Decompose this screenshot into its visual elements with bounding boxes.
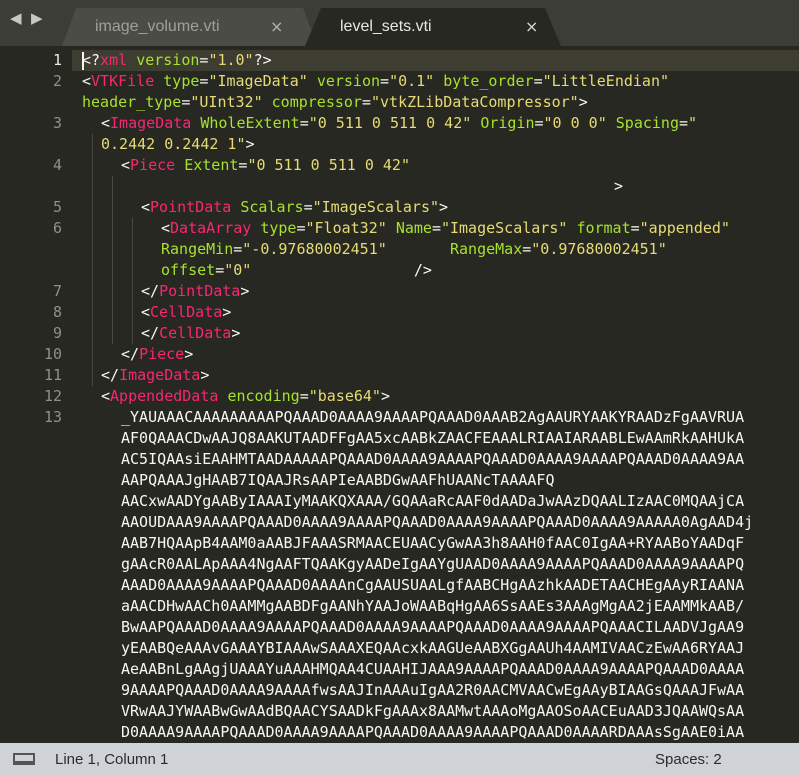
indentation-setting[interactable]: Spaces: 2 bbox=[655, 751, 722, 768]
tab-label: level_sets.vti bbox=[340, 18, 432, 35]
base64-line: gAAcR0AALApAAA4NgAAFTQAAKgyAADeIgAAYgUAA… bbox=[121, 555, 745, 573]
close-icon[interactable]: × bbox=[525, 17, 538, 36]
dataarray-tag: <DataArray type="Float32" Name="ImageSca… bbox=[161, 219, 730, 237]
appendeddata-tag: <AppendedData encoding="base64"> bbox=[101, 387, 390, 405]
base64-line: D0AAAA9AAAAPQAAAD0AAAA9AAAAPQAAAD0AAAA9A… bbox=[121, 723, 745, 741]
text-cursor bbox=[82, 52, 84, 70]
line-number: 12 bbox=[43, 387, 62, 405]
xml-declaration: <?xml version="1.0"?> bbox=[82, 51, 272, 69]
cursor-position[interactable]: Line 1, Column 1 bbox=[55, 751, 168, 768]
tab-label: image_volume.vti bbox=[95, 18, 220, 35]
line-number: 4 bbox=[52, 156, 62, 174]
base64-line: AAOUDAAA9AAAAPQAAAD0AAAA9AAAAPQAAAD0AAAA… bbox=[121, 513, 754, 531]
vtkfile-tag: <VTKFile type="ImageData" version="0.1" … bbox=[82, 72, 670, 90]
indent-guide bbox=[132, 218, 133, 344]
dataarray-offset: offset="0" /> bbox=[161, 261, 432, 279]
base64-line: AAPQAAAJgHAAB7IQAAJRsAAPIeAABDGwAAFhUAAN… bbox=[121, 471, 555, 489]
indent-guide bbox=[112, 176, 113, 344]
dataarray-range: RangeMin="-0.97680002451" RangeMax="0.97… bbox=[161, 240, 667, 258]
line-number: 10 bbox=[43, 345, 62, 363]
close-icon[interactable]: × bbox=[270, 17, 283, 36]
forward-arrow-icon[interactable]: ▶ bbox=[31, 9, 43, 27]
line-number: 5 bbox=[52, 198, 62, 216]
base64-line: AF0QAAACDwAAJQ8AAKUTAADFFgAA5xcAABkZAACF… bbox=[121, 429, 745, 447]
base64-line: aAACDHwAACh0AAMMgAABDFgAANhYAAJoWAABqHgA… bbox=[121, 597, 745, 615]
base64-line: AC5IQAAsiEAAHMTAADAAAAAPQAAAD0AAAA9AAAAP… bbox=[121, 450, 745, 468]
line-number: 2 bbox=[52, 72, 62, 90]
piece-tag-close: > bbox=[614, 177, 624, 195]
vtkfile-tag-cont: header_type="UInt32" compressor="vtkZLib… bbox=[82, 93, 588, 111]
tab-level-sets[interactable]: level_sets.vti × bbox=[305, 8, 561, 46]
pointdata-close: </PointData> bbox=[141, 282, 250, 300]
base64-line: AAAD0AAAA9AAAAPQAAAD0AAAAnCgAAUSUAALgfAA… bbox=[121, 576, 745, 594]
celldata-open: <CellData> bbox=[141, 303, 232, 321]
tab-bar: ◀ ▶ image_volume.vti × level_sets.vti × bbox=[0, 0, 799, 46]
line-number: 9 bbox=[52, 324, 62, 342]
imagedata-close: </ImageData> bbox=[101, 366, 210, 384]
code-editor[interactable]: 1 2 3 4 5 6 7 8 9 10 11 12 13 <?xml version="1.0"?> <… bbox=[0, 46, 799, 743]
base64-line: yEAABQeAAAvGAAAYBIAAAwSAAAXEQAAcxkAAGUeA… bbox=[121, 639, 745, 657]
piece-tag: <Piece Extent="0 511 0 511 0 42" bbox=[121, 156, 410, 174]
line-number: 3 bbox=[52, 114, 62, 132]
imagedata-tag: <ImageData WholeExtent="0 511 0 511 0 42… bbox=[101, 114, 698, 132]
base64-line: AAB7HQAApB4AAM0aAABJFAAASRMAACEUAACyGwAA… bbox=[121, 534, 745, 552]
monitor-icon[interactable] bbox=[13, 753, 35, 765]
base64-line: AeAABnLgAAgjUAAAYuAAAHMQAA4CUAAHIJAAA9AA… bbox=[121, 660, 745, 678]
imagedata-tag-cont: 0.2442 0.2442 1"> bbox=[101, 135, 255, 153]
piece-close: </Piece> bbox=[121, 345, 194, 363]
base64-line: VRwAAJYWAABwGwAAdBQAACYSAADkFgAAAx8AAMwt… bbox=[121, 702, 745, 720]
base64-line: 9AAAAPQAAAD0AAAA9AAAAfwsAAJInAAAuIgAA2R0… bbox=[121, 681, 745, 699]
back-arrow-icon[interactable]: ◀ bbox=[10, 9, 22, 27]
base64-line: AACxwAADYgAAByIAAAIyMAAKQXAAA/GQAAaRcAAF… bbox=[121, 492, 745, 510]
line-number: 7 bbox=[52, 282, 62, 300]
line-number: 13 bbox=[43, 408, 62, 426]
pointdata-tag: <PointData Scalars="ImageScalars"> bbox=[141, 198, 449, 216]
celldata-close: </CellData> bbox=[141, 324, 241, 342]
base64-line: _YAUAAACAAAAAAAAAPQAAAD0AAAA9AAAAPQAAAD0… bbox=[121, 408, 745, 426]
line-number: 1 bbox=[52, 51, 62, 69]
line-number: 11 bbox=[43, 366, 62, 384]
tab-image-volume[interactable]: image_volume.vti × bbox=[62, 8, 317, 46]
line-number: 8 bbox=[52, 303, 62, 321]
line-number: 6 bbox=[52, 219, 62, 237]
base64-line: BwAAPQAAAD0AAAA9AAAAPQAAAD0AAAA9AAAAPQAA… bbox=[121, 618, 745, 636]
status-bar: Line 1, Column 1 Spaces: 2 bbox=[0, 743, 799, 776]
indent-guide bbox=[92, 134, 93, 386]
